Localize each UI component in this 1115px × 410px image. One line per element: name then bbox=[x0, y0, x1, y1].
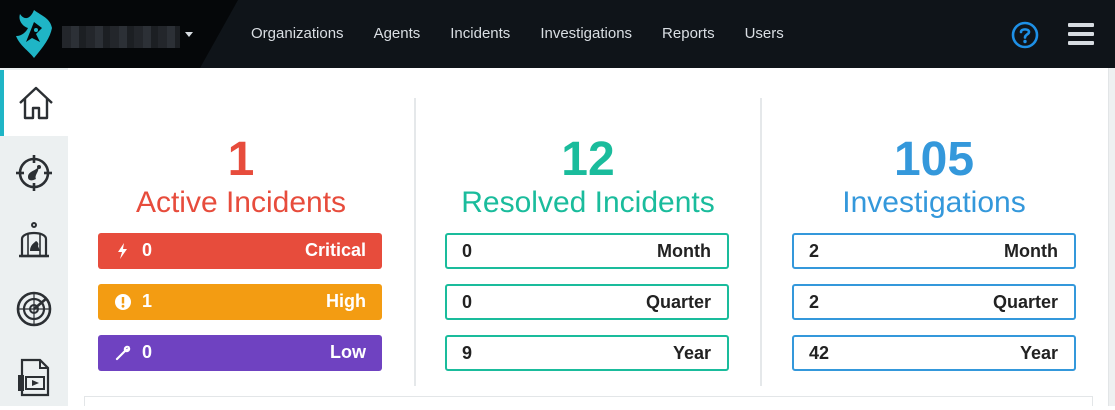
target-icon bbox=[16, 155, 52, 191]
nav-investigations[interactable]: Investigations bbox=[525, 0, 647, 68]
investigations-month-label: Month bbox=[1004, 241, 1058, 261]
birdcage-icon bbox=[19, 222, 49, 258]
critical-incidents-row[interactable]: 0 Critical bbox=[98, 233, 382, 269]
resolved-quarter-row[interactable]: 0 Quarter bbox=[445, 284, 729, 320]
resolved-quarter-count: 0 bbox=[462, 292, 473, 312]
scrollbar[interactable] bbox=[1108, 68, 1115, 406]
wrench-icon bbox=[115, 345, 131, 361]
resolved-quarter-label: Quarter bbox=[645, 292, 711, 312]
radar-icon bbox=[16, 291, 52, 327]
high-label: High bbox=[326, 291, 366, 311]
nav-agents[interactable]: Agents bbox=[359, 0, 436, 68]
resolved-month-row[interactable]: 0 Month bbox=[445, 233, 729, 269]
resolved-month-count: 0 bbox=[462, 241, 473, 261]
investigations-month-row[interactable]: 2 Month bbox=[792, 233, 1076, 269]
resolved-year-row[interactable]: 9 Year bbox=[445, 335, 729, 371]
low-incidents-row[interactable]: 0 Low bbox=[98, 335, 382, 371]
high-incidents-row[interactable]: 1 High bbox=[98, 284, 382, 320]
main-nav: Organizations Agents Incidents Investiga… bbox=[236, 0, 799, 68]
low-count: 0 bbox=[142, 342, 153, 362]
high-count: 1 bbox=[142, 291, 153, 311]
investigations-panel: 105 Investigations 2 Month 2 Quarter 42 … bbox=[760, 98, 1106, 386]
sidebar-item-home[interactable] bbox=[0, 70, 68, 136]
active-incidents-label: Active Incidents bbox=[135, 186, 347, 219]
critical-label: Critical bbox=[304, 240, 366, 260]
brand-area bbox=[0, 0, 238, 68]
active-incidents-panel: 1 Active Incidents 0 Critical 1 High 0 L… bbox=[68, 98, 414, 386]
home-icon bbox=[19, 86, 53, 120]
nav-organizations[interactable]: Organizations bbox=[236, 0, 359, 68]
sidebar-item-video-file[interactable] bbox=[0, 344, 68, 410]
resolved-year-count: 9 bbox=[462, 343, 473, 363]
logo-icon[interactable] bbox=[12, 6, 56, 62]
sidebar-item-radar[interactable] bbox=[0, 276, 68, 342]
investigations-year-label: Year bbox=[1019, 343, 1058, 363]
sidebar-item-birdcage[interactable] bbox=[0, 208, 68, 274]
nav-incidents[interactable]: Incidents bbox=[435, 0, 525, 68]
organization-name-redacted[interactable] bbox=[62, 26, 180, 48]
investigations-year-row[interactable]: 42 Year bbox=[792, 335, 1076, 371]
resolved-month-label: Month bbox=[657, 241, 711, 261]
resolved-incidents-panel: 12 Resolved Incidents 0 Month 0 Quarter … bbox=[414, 98, 760, 386]
investigations-label: Investigations bbox=[842, 186, 1026, 219]
investigations-month-count: 2 bbox=[809, 241, 820, 261]
resolved-year-label: Year bbox=[672, 343, 711, 363]
sidebar bbox=[0, 68, 68, 406]
investigations-year-count: 42 bbox=[809, 343, 830, 363]
active-incidents-count: 1 bbox=[227, 133, 255, 186]
top-navbar: Organizations Agents Incidents Investiga… bbox=[0, 0, 1115, 68]
resolved-incidents-label: Resolved Incidents bbox=[461, 186, 715, 219]
sidebar-item-target[interactable] bbox=[0, 140, 68, 206]
exclamation-circle-icon bbox=[115, 294, 131, 310]
investigations-quarter-count: 2 bbox=[809, 292, 820, 312]
next-panel-edge bbox=[84, 396, 1093, 406]
critical-count: 0 bbox=[142, 240, 153, 260]
nav-reports[interactable]: Reports bbox=[647, 0, 730, 68]
help-icon[interactable] bbox=[1011, 21, 1039, 49]
investigations-quarter-row[interactable]: 2 Quarter bbox=[792, 284, 1076, 320]
bolt-icon bbox=[118, 243, 127, 259]
resolved-incidents-count: 12 bbox=[561, 133, 615, 186]
investigations-count: 105 bbox=[893, 133, 975, 186]
nav-users[interactable]: Users bbox=[730, 0, 799, 68]
video-file-icon bbox=[18, 358, 50, 397]
caret-down-icon[interactable] bbox=[185, 32, 193, 37]
low-label: Low bbox=[330, 342, 366, 362]
hamburger-menu-icon[interactable] bbox=[1068, 23, 1094, 45]
investigations-quarter-label: Quarter bbox=[992, 292, 1058, 312]
